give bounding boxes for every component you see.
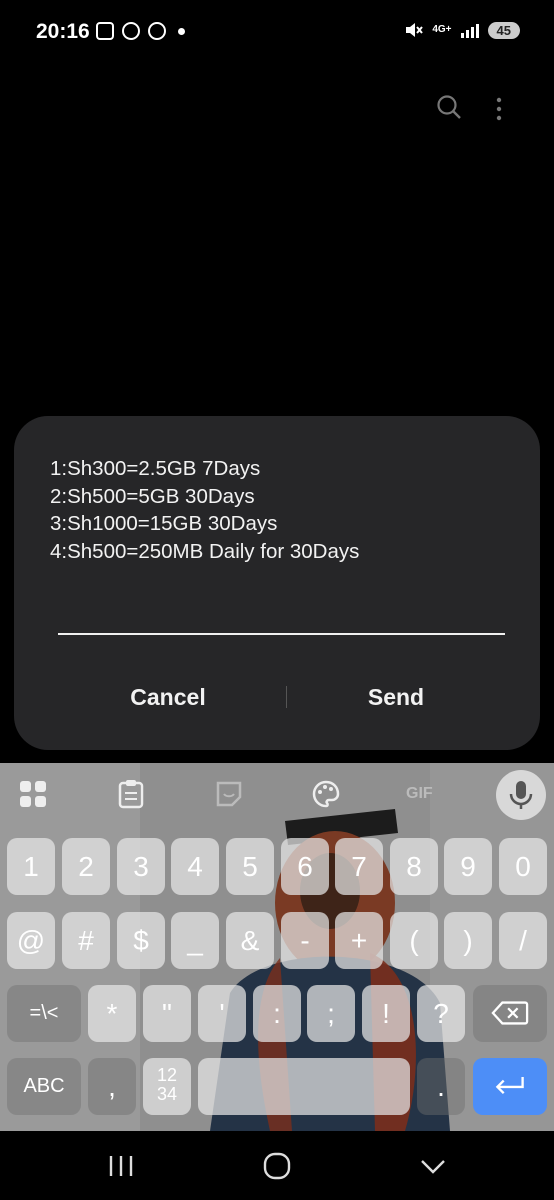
- key-dollar[interactable]: $: [117, 912, 165, 969]
- home-icon[interactable]: [262, 1151, 292, 1181]
- numpad-label-top: 12: [156, 1065, 178, 1085]
- clipboard-icon[interactable]: [116, 779, 146, 809]
- abc-key[interactable]: ABC: [7, 1058, 81, 1115]
- message-line: 4:Sh500=250MB Daily for 30Days: [50, 539, 360, 563]
- gif-button[interactable]: GIF: [406, 779, 442, 809]
- key-double-quote[interactable]: ": [143, 985, 191, 1042]
- enter-key[interactable]: [473, 1058, 547, 1115]
- key-semicolon[interactable]: ;: [307, 985, 355, 1042]
- key-hash[interactable]: #: [62, 912, 110, 969]
- key-underscore[interactable]: _: [171, 912, 219, 969]
- sticker-icon[interactable]: [214, 779, 244, 809]
- cancel-button[interactable]: Cancel: [58, 674, 278, 720]
- ussd-dialog: 1:Sh300=2.5GB 7Days 2:Sh500=5GB 30Days 3…: [14, 416, 540, 750]
- message-line: 1:Sh300=2.5GB 7Days: [50, 457, 261, 480]
- key-colon[interactable]: :: [253, 985, 301, 1042]
- enter-icon: [495, 1077, 524, 1095]
- key-6[interactable]: 6: [281, 838, 329, 895]
- key-at[interactable]: @: [7, 912, 55, 969]
- navigation-bar: [0, 1131, 554, 1200]
- recent-apps-icon[interactable]: [106, 1151, 136, 1181]
- key-slash[interactable]: /: [499, 912, 547, 969]
- message-line: 3:Sh1000=15GB 30Days: [50, 512, 278, 535]
- emoji-grid-icon[interactable]: [18, 779, 48, 809]
- backspace-icon: [491, 1001, 529, 1025]
- mic-button[interactable]: [496, 770, 546, 820]
- status-time: 20:16: [36, 20, 90, 43]
- key-9[interactable]: 9: [444, 838, 492, 895]
- send-button[interactable]: Send: [286, 674, 506, 720]
- notification-icons: [96, 22, 185, 40]
- keyboard-toolbar: GIF: [0, 763, 554, 825]
- message-line: 2:Sh500=5GB 30Days: [50, 484, 255, 508]
- mute-icon: [406, 23, 424, 37]
- battery-indicator: 45: [487, 21, 520, 39]
- key-symbols-page[interactable]: =\<: [7, 985, 81, 1042]
- media-icon: [122, 22, 140, 40]
- back-icon[interactable]: [418, 1151, 448, 1181]
- key-8[interactable]: 8: [390, 838, 438, 895]
- keyboard: GIF 1 2 3 4 5 6 7 8 9 0 @ # $ _ & - + ( …: [0, 763, 554, 1131]
- key-paren-open[interactable]: (: [390, 912, 438, 969]
- key-0[interactable]: 0: [499, 838, 547, 895]
- ussd-message: 1:Sh300=2.5GB 7Days 2:Sh500=5GB 30Days 3…: [50, 455, 359, 565]
- numpad-label-bottom: 34: [156, 1084, 178, 1104]
- key-asterisk[interactable]: *: [88, 985, 136, 1042]
- notification-dot-icon: [178, 27, 185, 35]
- mic-icon: [509, 781, 533, 809]
- key-7[interactable]: 7: [335, 838, 383, 895]
- key-plus[interactable]: +: [335, 912, 383, 969]
- key-4[interactable]: 4: [171, 838, 219, 895]
- network-type: 4G+: [432, 24, 452, 35]
- key-paren-close[interactable]: ): [444, 912, 492, 969]
- key-period[interactable]: .: [417, 1058, 465, 1115]
- reply-input[interactable]: [58, 633, 505, 635]
- status-bar: 20:16 4G+ 45: [0, 0, 554, 64]
- key-2[interactable]: 2: [62, 838, 110, 895]
- system-icons: 4G+ 45: [403, 20, 520, 40]
- key-ampersand[interactable]: &: [226, 912, 274, 969]
- screenshot-icon: [96, 22, 114, 40]
- whatsapp-icon: [148, 22, 166, 40]
- key-exclamation[interactable]: !: [362, 985, 410, 1042]
- key-3[interactable]: 3: [117, 838, 165, 895]
- space-key[interactable]: [198, 1058, 410, 1115]
- backspace-key[interactable]: [473, 985, 547, 1042]
- key-5[interactable]: 5: [226, 838, 274, 895]
- palette-icon[interactable]: [311, 779, 341, 809]
- more-vert-icon[interactable]: [493, 96, 505, 122]
- key-question[interactable]: ?: [417, 985, 465, 1042]
- search-icon[interactable]: [436, 94, 462, 120]
- key-comma[interactable]: ,: [88, 1058, 136, 1115]
- key-1[interactable]: 1: [7, 838, 55, 895]
- numpad-key[interactable]: 12 34: [143, 1058, 191, 1115]
- signal-icon: [460, 22, 479, 38]
- key-single-quote[interactable]: ': [198, 985, 246, 1042]
- key-minus[interactable]: -: [281, 912, 329, 969]
